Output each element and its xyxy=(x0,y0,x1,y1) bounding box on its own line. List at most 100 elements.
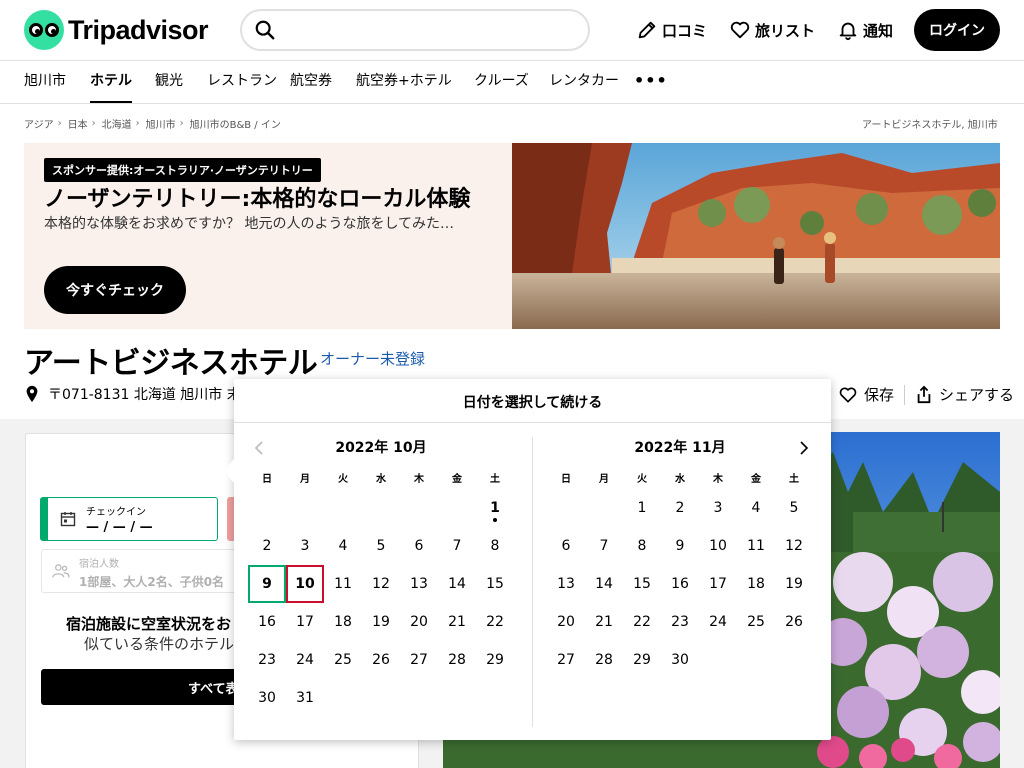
weekday-label: 木 xyxy=(713,474,723,485)
calendar-day[interactable]: 28 xyxy=(585,641,623,679)
calendar-day[interactable]: 5 xyxy=(775,489,813,527)
calendar-day[interactable]: 21 xyxy=(585,603,623,641)
checkin-field[interactable]: チェックイン — / — / — xyxy=(40,497,218,541)
more-menu-button[interactable]: ••• xyxy=(634,71,668,90)
ad-description: 本格的な体験をお求めですか？ 地元の人のような旅をしてみた… xyxy=(44,216,455,232)
calendar-day[interactable]: 16 xyxy=(248,603,286,641)
calendar-day[interactable]: 19 xyxy=(362,603,400,641)
calendar-day[interactable]: 24 xyxy=(286,641,324,679)
calendar-day[interactable]: 8 xyxy=(476,527,514,565)
calendar-day[interactable]: 17 xyxy=(286,603,324,641)
nav-item-restaurants[interactable]: レストラン xyxy=(207,61,277,103)
nav-item-cruises[interactable]: クルーズ xyxy=(474,61,529,103)
calendar-day[interactable]: 4 xyxy=(324,527,362,565)
calendar-day[interactable]: 2 xyxy=(248,527,286,565)
calendar-day-checkin[interactable]: 9 xyxy=(248,565,286,603)
search-bar[interactable] xyxy=(240,9,590,51)
login-button[interactable]: ログイン xyxy=(914,9,1000,51)
nav-item-flights[interactable]: 航空券 xyxy=(290,61,332,103)
calendar-day[interactable]: 23 xyxy=(248,641,286,679)
breadcrumb-item[interactable]: 旭川市のB&B / イン xyxy=(190,116,281,131)
calendar-day[interactable]: 12 xyxy=(775,527,813,565)
trips-button[interactable]: 旅リスト xyxy=(729,19,815,41)
calendar-day[interactable]: 10 xyxy=(699,527,737,565)
calendar-day[interactable]: 22 xyxy=(623,603,661,641)
share-button[interactable]: シェアする xyxy=(915,384,1014,405)
calendar-day[interactable]: 3 xyxy=(286,527,324,565)
next-month-icon[interactable] xyxy=(795,440,811,456)
check-now-button[interactable]: 今すぐチェック xyxy=(44,266,186,314)
prev-month-icon[interactable] xyxy=(252,440,268,456)
nav-item-flight-hotel[interactable]: 航空券+ホテル xyxy=(356,61,452,103)
calendar-day-checkout[interactable]: 10 xyxy=(286,565,324,603)
calendar-day[interactable]: 14 xyxy=(438,565,476,603)
search-input[interactable] xyxy=(282,22,588,38)
calendar-day[interactable]: 25 xyxy=(737,603,775,641)
calendar-day[interactable]: 1 xyxy=(623,489,661,527)
tripadvisor-logo[interactable]: Tripadvisor xyxy=(24,10,209,50)
calendar-day[interactable]: 29 xyxy=(623,641,661,679)
calendar-day[interactable]: 15 xyxy=(476,565,514,603)
breadcrumb-item[interactable]: 日本 xyxy=(68,116,88,131)
calendar-day[interactable]: 13 xyxy=(547,565,585,603)
nav-item-hotels[interactable]: ホテル xyxy=(90,61,132,103)
calendar-day[interactable]: 27 xyxy=(400,641,438,679)
calendar-day[interactable]: 2 xyxy=(661,489,699,527)
calendar-day[interactable]: 21 xyxy=(438,603,476,641)
calendar-day[interactable]: 18 xyxy=(324,603,362,641)
breadcrumb-item[interactable]: 旭川市 xyxy=(146,116,176,131)
nav-item-rental-cars[interactable]: レンタカー xyxy=(549,61,619,103)
calendar-day[interactable]: 3 xyxy=(699,489,737,527)
calendar-day[interactable]: 6 xyxy=(400,527,438,565)
heart-icon xyxy=(839,387,857,402)
reviews-label: 口コミ xyxy=(662,21,708,40)
calendar-day[interactable]: 27 xyxy=(547,641,585,679)
calendar-day[interactable]: 16 xyxy=(661,565,699,603)
calendar-day[interactable]: 14 xyxy=(585,565,623,603)
nav-item-city[interactable]: 旭川市 xyxy=(24,61,66,103)
calendar-day[interactable]: 29 xyxy=(476,641,514,679)
calendar-day[interactable]: 9 xyxy=(661,527,699,565)
breadcrumb-item[interactable]: アジア xyxy=(24,116,54,131)
calendar-day[interactable]: 19 xyxy=(775,565,813,603)
reviews-button[interactable]: 口コミ xyxy=(636,19,707,41)
month-title: 2022年 11月 xyxy=(634,440,726,456)
calendar-day[interactable]: 5 xyxy=(362,527,400,565)
calendar-day[interactable]: 31 xyxy=(286,679,324,717)
calendar-day[interactable]: 26 xyxy=(362,641,400,679)
calendar-day[interactable]: 17 xyxy=(699,565,737,603)
calendar-day[interactable]: 20 xyxy=(547,603,585,641)
calendar-day[interactable]: 30 xyxy=(248,679,286,717)
calendar-day[interactable]: 6 xyxy=(547,527,585,565)
calendar-day[interactable]: 22 xyxy=(476,603,514,641)
calendar-day[interactable]: 28 xyxy=(438,641,476,679)
calendar-day[interactable]: 15 xyxy=(623,565,661,603)
nav-item-attractions[interactable]: 観光 xyxy=(155,61,183,103)
calendar-day[interactable]: 25 xyxy=(324,641,362,679)
calendar-day[interactable]: 8 xyxy=(623,527,661,565)
calendar-day[interactable]: 12 xyxy=(362,565,400,603)
calendar-day[interactable]: 7 xyxy=(585,527,623,565)
calendar-day[interactable]: 11 xyxy=(324,565,362,603)
calendar-day[interactable]: 18 xyxy=(737,565,775,603)
calendar-day[interactable]: 20 xyxy=(400,603,438,641)
calendar-day[interactable]: 7 xyxy=(438,527,476,565)
calendar-day-today[interactable]: 1 xyxy=(476,489,514,527)
calendar-day[interactable]: 13 xyxy=(400,565,438,603)
owner-unregistered-link[interactable]: オーナー未登録 xyxy=(320,348,425,369)
hotel-address[interactable]: 〒071-8131 北海道 旭川市 末広 xyxy=(24,384,255,404)
calendar-day[interactable]: 23 xyxy=(661,603,699,641)
calendar-day[interactable]: 26 xyxy=(775,603,813,641)
save-button[interactable]: 保存 xyxy=(838,384,894,405)
guests-field[interactable]: 宿泊人数 1部屋、大人2名、子供0名 xyxy=(41,549,237,593)
calendar-day[interactable]: 11 xyxy=(737,527,775,565)
calendar-day[interactable]: 4 xyxy=(737,489,775,527)
weekday-label: 月 xyxy=(300,474,310,485)
show-all-button[interactable]: すべて表 xyxy=(41,669,237,705)
notifications-button[interactable]: 通知 xyxy=(837,19,893,41)
calendar-month-october: 2022年 10月 日 月 火 水 木 金 土 1 2 3 4 5 6 7 8 9 10 11 12 1… xyxy=(248,437,514,717)
breadcrumb-item[interactable]: 北海道 xyxy=(102,116,132,131)
calendar-day[interactable]: 30 xyxy=(661,641,699,679)
calendar-day[interactable]: 24 xyxy=(699,603,737,641)
sponsored-banner[interactable]: スポンサー提供:オーストラリア·ノーザンテリトリー ノーザンテリトリー:本格的な… xyxy=(24,143,1000,329)
